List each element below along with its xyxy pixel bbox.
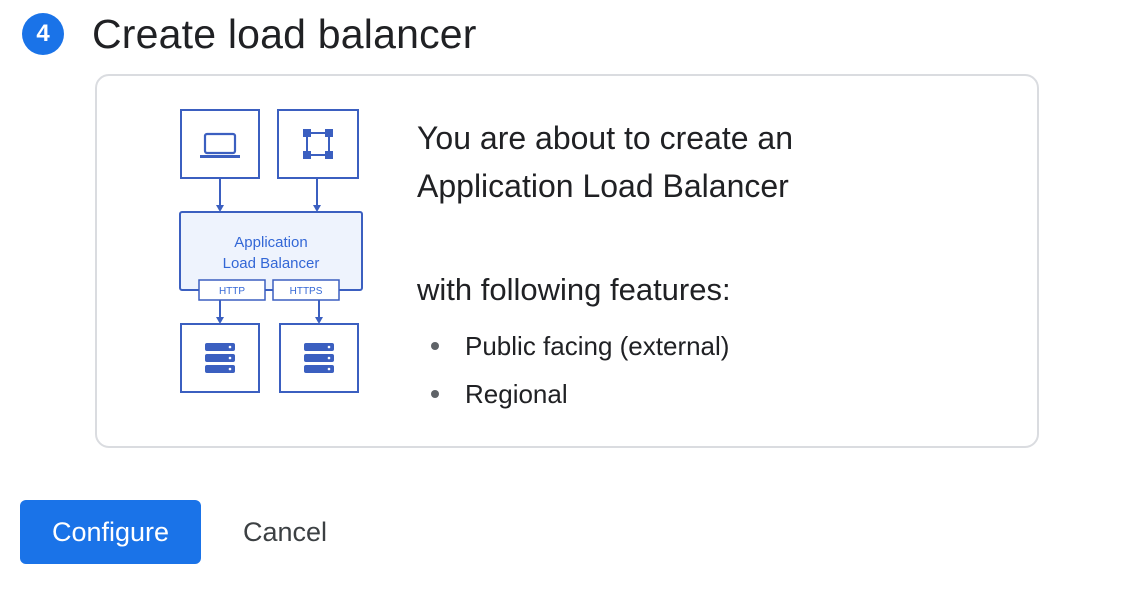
summary-headline: You are about to create an Application L… bbox=[417, 114, 1007, 210]
step-number-badge: 4 bbox=[22, 13, 64, 55]
summary-card: Application Load Balancer HTTP HTTPS You… bbox=[95, 74, 1039, 448]
http-label: HTTP bbox=[219, 286, 245, 297]
features-intro: with following features: bbox=[417, 272, 731, 307]
headline-line-1: You are about to create an bbox=[417, 120, 793, 156]
cancel-button[interactable]: Cancel bbox=[225, 500, 345, 564]
arrow-lb-to-backend-1 bbox=[216, 300, 224, 324]
lb-label-line2: Load Balancer bbox=[223, 255, 320, 272]
database-icon bbox=[205, 343, 235, 373]
arrow-instance-to-lb bbox=[313, 178, 321, 212]
load-balancer-box bbox=[179, 211, 363, 291]
feature-label: Public facing (external) bbox=[465, 330, 730, 361]
page-title: Create load balancer bbox=[92, 10, 477, 57]
client-box bbox=[180, 109, 260, 179]
bullet-icon bbox=[431, 390, 439, 398]
list-item: Regional bbox=[417, 370, 1007, 418]
load-balancer-diagram: Application Load Balancer HTTP HTTPS bbox=[179, 109, 363, 393]
create-load-balancer-page: 4 Create load balancer Application Load … bbox=[0, 0, 1146, 602]
headline-line-2: Application Load Balancer bbox=[417, 168, 789, 204]
configure-button[interactable]: Configure bbox=[20, 500, 201, 564]
step-header: 4 Create load balancer bbox=[22, 8, 477, 60]
features-list: Public facing (external) Regional bbox=[417, 322, 1007, 418]
arrow-client-to-lb bbox=[216, 178, 224, 212]
feature-label: Regional bbox=[465, 378, 568, 409]
https-label: HTTPS bbox=[290, 286, 323, 297]
arrow-lb-to-backend-2 bbox=[315, 300, 323, 324]
list-item: Public facing (external) bbox=[417, 322, 1007, 370]
summary-text: You are about to create an Application L… bbox=[417, 114, 1007, 418]
lb-label-line1: Application bbox=[234, 234, 307, 251]
instance-group-box bbox=[277, 109, 359, 179]
action-bar: Configure Cancel bbox=[20, 500, 345, 564]
bullet-icon bbox=[431, 342, 439, 350]
database-icon bbox=[304, 343, 334, 373]
